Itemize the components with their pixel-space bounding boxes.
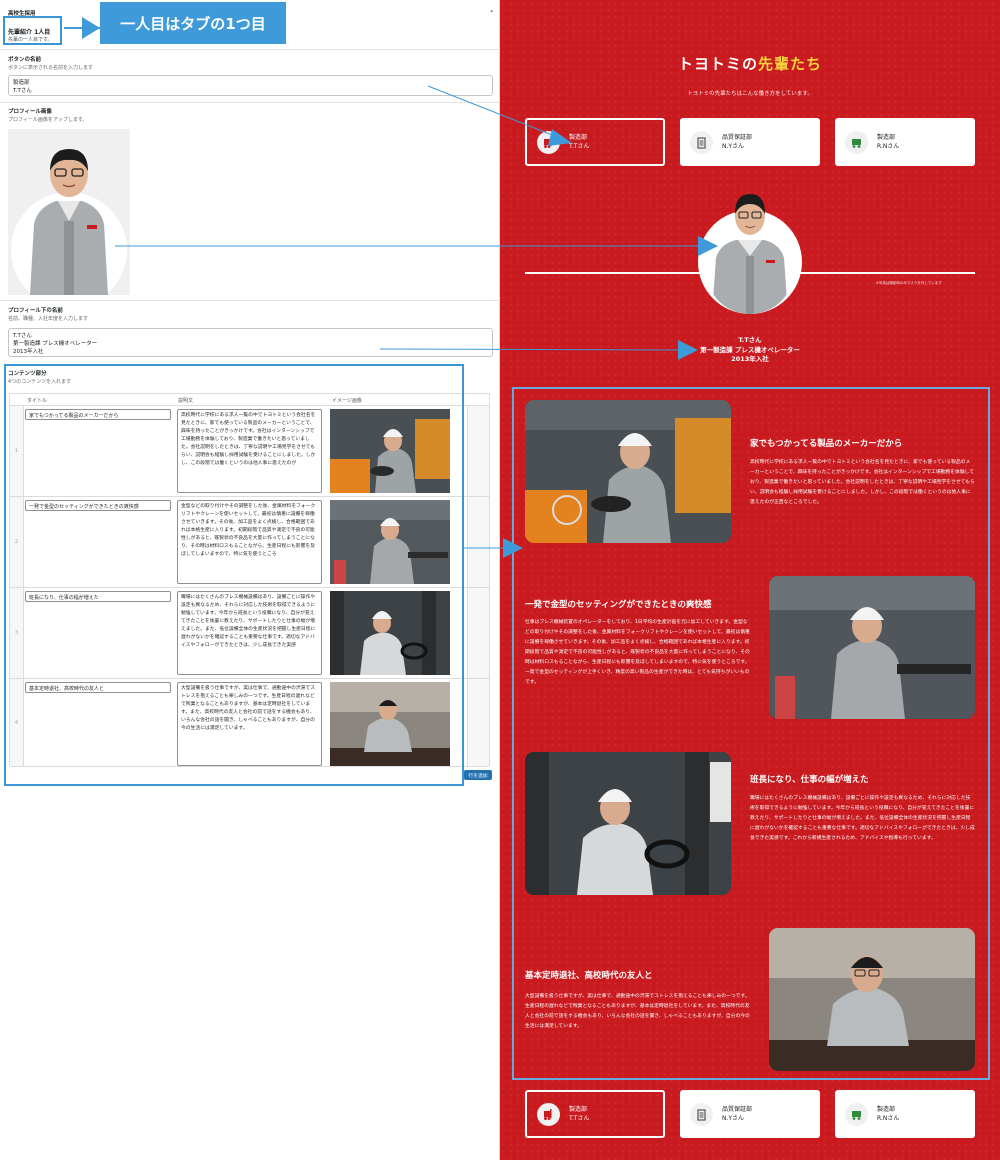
tab-person: N.Yさん — [722, 1115, 745, 1122]
tab-staff-1[interactable]: 製造部 T.Tさん — [525, 1090, 665, 1138]
highlight-group-title — [3, 16, 62, 45]
divider — [0, 102, 499, 103]
row-actions[interactable] — [467, 679, 489, 766]
tab-person: R.Nさん — [877, 1115, 900, 1122]
tab-staff-2[interactable]: 品質保証部 N.Yさん — [680, 1090, 820, 1138]
tab-dept: 品質保証部 — [722, 134, 753, 141]
highlight-contents — [4, 364, 464, 786]
tab-person: N.Yさん — [722, 143, 745, 150]
row-actions[interactable] — [467, 588, 489, 678]
clipboard-icon — [690, 1102, 713, 1126]
worker-portrait — [712, 194, 788, 314]
profile-photo — [706, 186, 794, 314]
worker-portrait — [11, 149, 127, 295]
tab-person: T.Tさん — [569, 143, 590, 150]
divider — [0, 49, 499, 50]
collapse-icon[interactable]: ▴ — [490, 8, 493, 14]
staff-tabs: 製造部 T.Tさん 品質保証部 N.Yさん 製造部 R.Nさん — [525, 118, 975, 166]
tab-dept: 製造部 — [877, 134, 896, 141]
site-preview: トヨトミの先輩たち トヨトミの先輩たちはこんな働き方をしています。 製造部 T.T… — [500, 0, 1000, 1160]
forklift-icon — [537, 1102, 560, 1126]
photo-caption: ※写真は撮影時のみマスクを外しています — [876, 281, 942, 285]
tab-dept: 品質保証部 — [722, 1106, 753, 1113]
profile-image-preview[interactable] — [8, 129, 130, 295]
tab-person: R.Nさん — [877, 143, 900, 150]
tab-dept: 製造部 — [877, 1106, 896, 1113]
profile-name-help: 名前、職種、入社年度を入力します — [8, 316, 89, 322]
divider — [0, 300, 499, 301]
row-actions[interactable] — [467, 497, 489, 587]
tab-person: T.Tさん — [569, 1115, 590, 1122]
profile-image-label: プロフィール画像 — [8, 109, 52, 115]
tab-staff-3[interactable]: 製造部 R.Nさん — [835, 118, 975, 166]
tab-dept: 製造部 — [569, 1106, 588, 1113]
tab-staff-3[interactable]: 製造部 R.Nさん — [835, 1090, 975, 1138]
staff-tabs-bottom: 製造部 T.Tさん 品質保証部 N.Yさん 製造部 R.Nさん — [525, 1090, 975, 1138]
site-title: トヨトミの先輩たち — [500, 53, 1000, 74]
highlight-sections — [512, 387, 990, 1080]
forklift-icon — [537, 130, 560, 154]
truck-icon — [845, 130, 868, 154]
clipboard-icon — [690, 130, 713, 154]
truck-icon — [845, 1102, 868, 1126]
site-title-accent: 先輩たち — [758, 55, 823, 73]
row-actions[interactable] — [467, 406, 489, 496]
button-name-help: ボタンに表示される名前を入力します — [8, 65, 94, 71]
tab-dept: 製造部 — [569, 134, 588, 141]
add-row-button[interactable]: 行を追加 — [464, 770, 492, 780]
tab-staff-1[interactable]: 製造部 T.Tさん — [525, 118, 665, 166]
site-subtitle: トヨトミの先輩たちはこんな働き方をしています。 — [687, 91, 813, 97]
profile-image-help: プロフィール画像をアップします。 — [8, 117, 88, 123]
profile-name-field[interactable]: T.Tさん 第一製造課 プレス機オペレーター 2013年入社 — [8, 328, 493, 357]
button-name-label: ボタンの名前 — [8, 57, 42, 63]
tab-staff-2[interactable]: 品質保証部 N.Yさん — [680, 118, 820, 166]
site-title-main: トヨトミの — [677, 55, 758, 73]
profile-name-label: プロフィール下の名前 — [8, 308, 63, 314]
button-name-field[interactable]: 製造部 T.Tさん — [8, 75, 493, 96]
profile-name: T.Tさん 第一製造課 プレス機オペレーター 2013年入社 — [700, 336, 800, 363]
annotation-callout: 一人目はタブの1つ目 — [100, 2, 286, 44]
